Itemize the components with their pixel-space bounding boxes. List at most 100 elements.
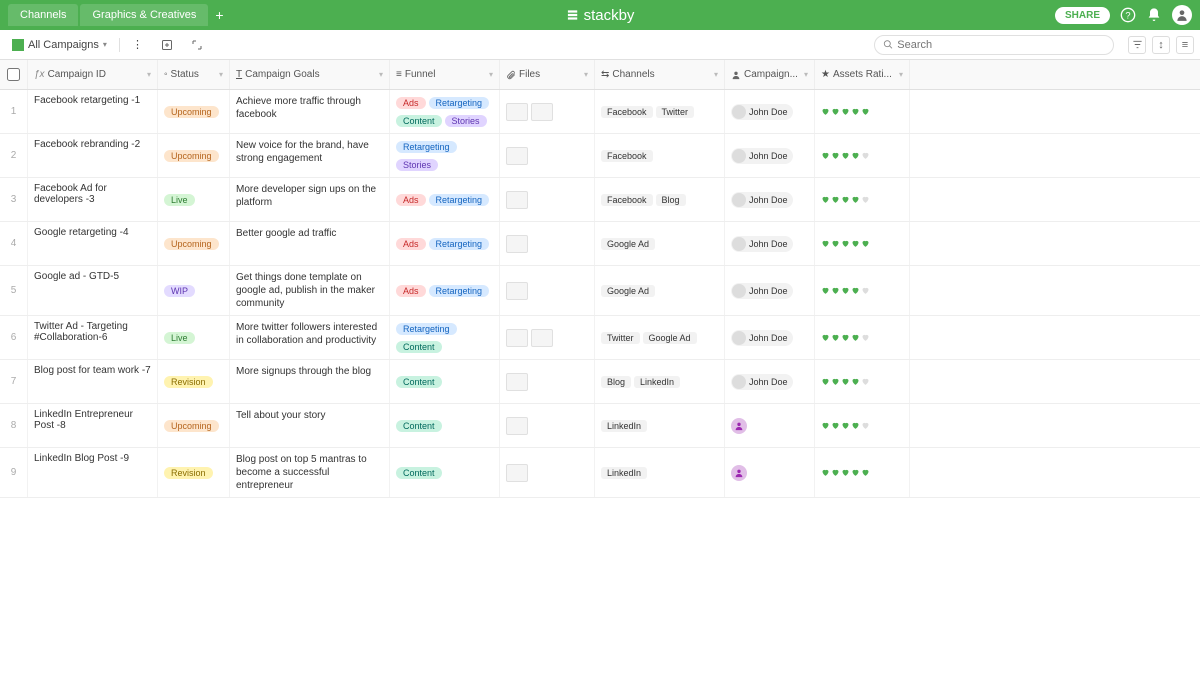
rating-hearts[interactable] xyxy=(821,468,870,477)
cell-rating[interactable] xyxy=(815,360,910,403)
add-tab-button[interactable]: + xyxy=(210,6,228,24)
cell-goals[interactable]: Achieve more traffic through facebook xyxy=(230,90,390,133)
sort-icon[interactable]: ↕ xyxy=(1152,36,1170,54)
channel-chip[interactable]: Twitter xyxy=(601,332,640,344)
cell-status[interactable]: Live xyxy=(158,178,230,221)
cell-channels[interactable]: LinkedIn xyxy=(595,404,725,447)
cell-owner[interactable]: John Doe xyxy=(725,178,815,221)
cell-files[interactable] xyxy=(500,222,595,265)
cell-owner[interactable]: John Doe xyxy=(725,222,815,265)
cell-owner[interactable]: John Doe xyxy=(725,134,815,177)
channel-chip[interactable]: LinkedIn xyxy=(601,420,647,432)
bell-icon[interactable] xyxy=(1146,7,1162,23)
cell-rating[interactable] xyxy=(815,448,910,497)
cell-rating[interactable] xyxy=(815,222,910,265)
cell-funnel[interactable]: AdsRetargeting xyxy=(390,266,500,315)
table-row[interactable]: 9LinkedIn Blog Post -9RevisionBlog post … xyxy=(0,448,1200,498)
row-height-icon[interactable]: ≡ xyxy=(1176,36,1194,54)
table-row[interactable]: 3Facebook Ad for developers -3LiveMore d… xyxy=(0,178,1200,222)
owner-chip[interactable]: John Doe xyxy=(731,330,793,346)
filter-icon[interactable] xyxy=(1128,36,1146,54)
view-selector[interactable]: All Campaigns ▾ xyxy=(6,36,113,54)
cell-goals[interactable]: More signups through the blog xyxy=(230,360,390,403)
file-thumbnail[interactable] xyxy=(506,329,528,347)
cell-channels[interactable]: LinkedIn xyxy=(595,448,725,497)
cell-files[interactable] xyxy=(500,448,595,497)
share-button[interactable]: SHARE xyxy=(1055,7,1110,24)
cell-rating[interactable] xyxy=(815,266,910,315)
cell-funnel[interactable]: RetargetingStories xyxy=(390,134,500,177)
channel-chip[interactable]: Facebook xyxy=(601,106,653,118)
cell-campaign-id[interactable]: Facebook Ad for developers -3 xyxy=(28,178,158,221)
cell-campaign-id[interactable]: LinkedIn Blog Post -9 xyxy=(28,448,158,497)
rating-hearts[interactable] xyxy=(821,421,870,430)
search-box[interactable] xyxy=(874,35,1114,55)
cell-status[interactable]: Upcoming xyxy=(158,90,230,133)
cell-files[interactable] xyxy=(500,90,595,133)
table-row[interactable]: 7Blog post for team work -7RevisionMore … xyxy=(0,360,1200,404)
cell-owner[interactable]: John Doe xyxy=(725,90,815,133)
tab-channels[interactable]: Channels xyxy=(8,4,78,26)
file-thumbnail[interactable] xyxy=(506,282,528,300)
select-all-checkbox[interactable] xyxy=(7,68,20,81)
channel-chip[interactable]: Facebook xyxy=(601,194,653,206)
cell-funnel[interactable]: AdsRetargetingContentStories xyxy=(390,90,500,133)
cell-funnel[interactable]: Content xyxy=(390,448,500,497)
file-thumbnail[interactable] xyxy=(506,235,528,253)
data-grid[interactable]: 1Facebook retargeting -1UpcomingAchieve … xyxy=(0,90,1200,675)
owner-chip[interactable]: John Doe xyxy=(731,236,793,252)
col-channels[interactable]: ⇆Channels ▾ xyxy=(595,60,725,89)
cell-files[interactable] xyxy=(500,316,595,359)
cell-channels[interactable]: Google Ad xyxy=(595,266,725,315)
table-row[interactable]: 5Google ad - GTD-5WIPGet things done tem… xyxy=(0,266,1200,316)
col-funnel[interactable]: ≡Funnel ▾ xyxy=(390,60,500,89)
cell-channels[interactable]: FacebookTwitter xyxy=(595,90,725,133)
user-avatar[interactable] xyxy=(1172,5,1192,25)
cell-goals[interactable]: Tell about your story xyxy=(230,404,390,447)
cell-funnel[interactable]: AdsRetargeting xyxy=(390,178,500,221)
cell-rating[interactable] xyxy=(815,178,910,221)
cell-files[interactable] xyxy=(500,266,595,315)
col-rownum[interactable] xyxy=(0,60,28,89)
file-thumbnail[interactable] xyxy=(531,329,553,347)
owner-chip[interactable]: John Doe xyxy=(731,374,793,390)
rating-hearts[interactable] xyxy=(821,195,870,204)
cell-status[interactable]: Upcoming xyxy=(158,404,230,447)
row-number[interactable]: 7 xyxy=(0,360,28,403)
channel-chip[interactable]: Blog xyxy=(601,376,631,388)
channel-chip[interactable]: Google Ad xyxy=(601,238,655,250)
table-row[interactable]: 1Facebook retargeting -1UpcomingAchieve … xyxy=(0,90,1200,134)
col-goals[interactable]: TCampaign Goals ▾ xyxy=(230,60,390,89)
owner-chip[interactable]: John Doe xyxy=(731,283,793,299)
cell-status[interactable]: Upcoming xyxy=(158,222,230,265)
file-thumbnail[interactable] xyxy=(531,103,553,121)
tab-graphics[interactable]: Graphics & Creatives xyxy=(80,4,208,26)
channel-chip[interactable]: Facebook xyxy=(601,150,653,162)
cell-files[interactable] xyxy=(500,360,595,403)
cell-status[interactable]: Revision xyxy=(158,448,230,497)
cell-campaign-id[interactable]: Google ad - GTD-5 xyxy=(28,266,158,315)
cell-owner[interactable] xyxy=(725,404,815,447)
row-number[interactable]: 4 xyxy=(0,222,28,265)
row-number[interactable]: 8 xyxy=(0,404,28,447)
cell-goals[interactable]: Get things done template on google ad, p… xyxy=(230,266,390,315)
cell-funnel[interactable]: AdsRetargeting xyxy=(390,222,500,265)
col-owner[interactable]: Campaign... ▾ xyxy=(725,60,815,89)
rating-hearts[interactable] xyxy=(821,333,870,342)
rating-hearts[interactable] xyxy=(821,107,870,116)
insert-record-icon[interactable] xyxy=(155,36,179,54)
channel-chip[interactable]: LinkedIn xyxy=(601,467,647,479)
channel-chip[interactable]: Google Ad xyxy=(643,332,697,344)
cell-owner[interactable]: John Doe xyxy=(725,316,815,359)
col-files[interactable]: Files ▾ xyxy=(500,60,595,89)
cell-status[interactable]: WIP xyxy=(158,266,230,315)
cell-campaign-id[interactable]: Blog post for team work -7 xyxy=(28,360,158,403)
rating-hearts[interactable] xyxy=(821,239,870,248)
file-thumbnail[interactable] xyxy=(506,103,528,121)
owner-chip[interactable]: John Doe xyxy=(731,192,793,208)
file-thumbnail[interactable] xyxy=(506,191,528,209)
cell-channels[interactable]: Google Ad xyxy=(595,222,725,265)
cell-files[interactable] xyxy=(500,178,595,221)
rating-hearts[interactable] xyxy=(821,151,870,160)
cell-channels[interactable]: BlogLinkedIn xyxy=(595,360,725,403)
